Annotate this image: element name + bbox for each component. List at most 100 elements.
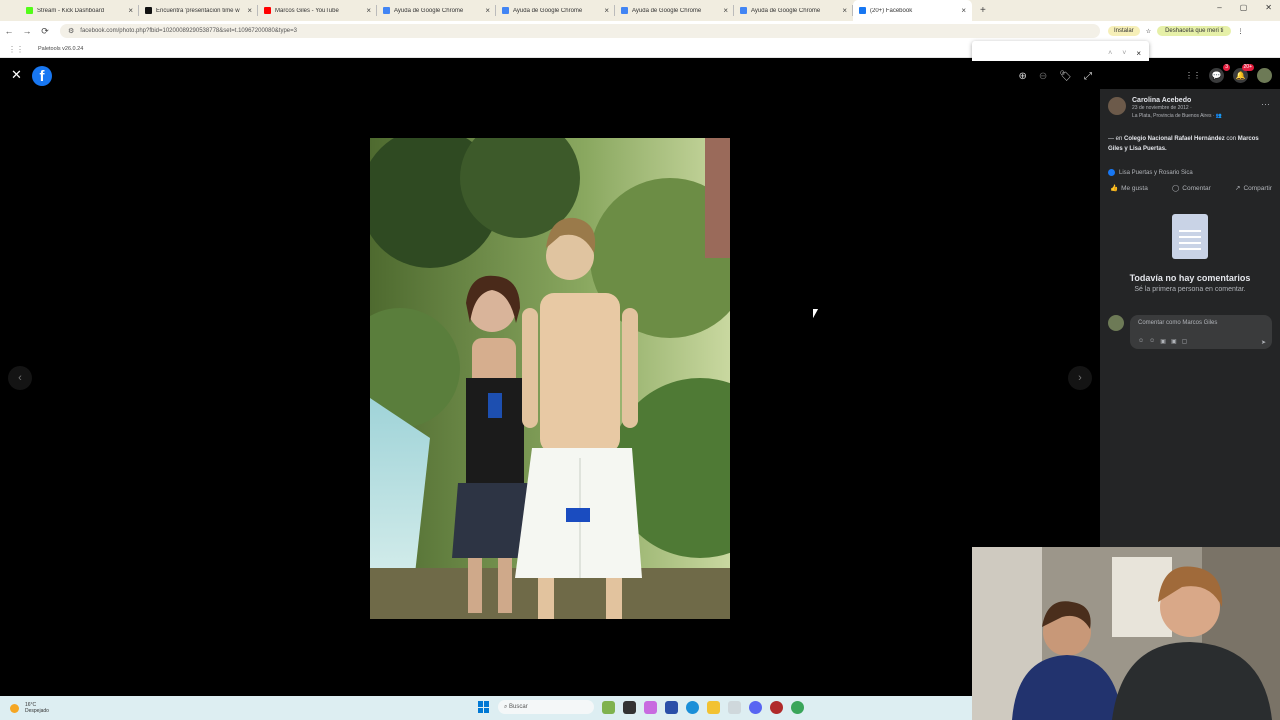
copilot-icon[interactable] xyxy=(644,700,657,714)
chrome-icon[interactable] xyxy=(791,700,804,714)
comment-input[interactable]: Comentar como Marcos Giles ☺ ☺ ▣ ▣ ▢ ➤ xyxy=(1130,315,1272,349)
messenger-icon[interactable]: 💬 3 xyxy=(1209,63,1230,83)
url-text: facebook.com/photo.php?fbid=102000892905… xyxy=(80,28,297,34)
sun-icon xyxy=(10,703,19,713)
browser-tab[interactable]: Ayuda de Google Chrome × xyxy=(496,0,615,21)
avatar-sticker-icon[interactable]: ☺ xyxy=(1138,338,1144,345)
author-avatar[interactable] xyxy=(1108,97,1126,115)
discord-icon[interactable] xyxy=(749,700,762,714)
share-icon: ↗ xyxy=(1234,185,1241,192)
site-info-icon[interactable]: ⚙ xyxy=(68,27,74,35)
menu-grid-icon[interactable]: ⋮⋮ xyxy=(1185,68,1201,83)
new-tab-button[interactable]: + xyxy=(980,5,986,16)
tag-icon[interactable]: 🏷 xyxy=(1059,71,1072,82)
browser-tab[interactable]: Ayuda de Google Chrome × xyxy=(615,0,734,21)
notifications-badge: 20+ xyxy=(1241,63,1254,71)
davinci-icon[interactable] xyxy=(770,700,783,714)
gif-icon[interactable]: ▣ xyxy=(1171,338,1177,345)
tab-favicon-icon xyxy=(383,7,390,14)
reload-button[interactable]: ⟳ xyxy=(36,26,54,37)
widgets-app-icon[interactable] xyxy=(602,700,615,714)
photo-viewer: ✕ f ⊕ ⊖ 🏷 ⤢ ‹ › xyxy=(0,61,1100,696)
install-app-button[interactable]: Instalar xyxy=(1108,26,1140,36)
webcam-overlay xyxy=(972,547,1280,720)
facebook-top-nav: ⋮⋮ 💬 3 🔔 20+ xyxy=(1100,61,1280,89)
browser-tab[interactable]: (20+) Facebook × xyxy=(853,0,972,21)
weather-condition: Despejado xyxy=(25,708,49,714)
toolbar-actions: Instalar ☆ Deshaceta que meri ti ⋮ xyxy=(1108,26,1243,36)
profile-avatar[interactable] xyxy=(1257,67,1272,83)
tab-close-icon[interactable]: × xyxy=(366,6,371,15)
file-explorer-icon[interactable] xyxy=(707,700,720,714)
find-close-button[interactable]: × xyxy=(1136,49,1141,58)
tab-close-icon[interactable]: × xyxy=(485,6,490,15)
tab-title: Ayuda de Google Chrome xyxy=(394,7,464,14)
tab-close-icon[interactable]: × xyxy=(961,6,966,15)
search-label: Buscar xyxy=(509,704,528,710)
find-previous-button[interactable]: ˄ xyxy=(1108,50,1112,57)
sticker-icon[interactable]: ▢ xyxy=(1182,338,1188,345)
empty-comments-title: Todavía no hay comentarios xyxy=(1129,273,1251,283)
previous-photo-button[interactable]: ‹ xyxy=(8,366,32,390)
tab-close-icon[interactable]: × xyxy=(723,6,728,15)
minimize-button[interactable]: – xyxy=(1217,3,1221,12)
taskbar-search[interactable]: ⌕ Buscar xyxy=(498,700,594,714)
close-viewer-button[interactable]: ✕ xyxy=(11,67,22,83)
browser-tab[interactable]: Ayuda de Google Chrome × xyxy=(734,0,853,21)
tab-favicon-icon xyxy=(740,7,747,14)
windows-start-icon[interactable] xyxy=(478,701,490,713)
browser-tab[interactable]: Encuentra 'presentacion time w × xyxy=(139,0,258,21)
address-bar[interactable]: ⚙ facebook.com/photo.php?fbid=1020008929… xyxy=(60,24,1100,38)
tab-close-icon[interactable]: × xyxy=(604,6,609,15)
notifications-icon[interactable]: 🔔 20+ xyxy=(1233,63,1254,83)
browser-tab[interactable]: Marcos Giles - YouTube × xyxy=(258,0,377,21)
comment-button[interactable]: ◯ Comentar xyxy=(1172,184,1211,193)
tab-close-icon[interactable]: × xyxy=(842,6,847,15)
more-options-icon[interactable]: ··· xyxy=(1261,99,1270,109)
post-date[interactable]: 23 de noviembre de 2012 · xyxy=(1132,104,1222,112)
post-actions: 👍 Me gusta ◯ Comentar ↗ Compartir xyxy=(1110,184,1272,193)
maximize-button[interactable]: ▢ xyxy=(1240,3,1248,12)
menu-icon[interactable]: ⋮ xyxy=(1237,28,1243,35)
empty-comments-subtitle: Sé la primera persona en comentar. xyxy=(1134,286,1246,293)
comment-tools: ☺ ☺ ▣ ▣ ▢ xyxy=(1138,338,1187,345)
camera-icon[interactable]: ▣ xyxy=(1160,338,1166,345)
find-next-button[interactable]: ˅ xyxy=(1122,50,1126,57)
bookmark-item[interactable]: Paletools v26.0.24 xyxy=(38,46,83,52)
task-view-icon[interactable] xyxy=(623,700,636,714)
facebook-logo-icon[interactable]: f xyxy=(32,66,52,86)
edge-icon[interactable] xyxy=(686,700,699,714)
pinned-app-icon[interactable] xyxy=(728,700,741,714)
bookmark-star-icon[interactable]: ☆ xyxy=(1146,28,1151,35)
browser-tab[interactable]: Stream - Kick Dashboard × xyxy=(20,0,139,21)
send-icon[interactable]: ➤ xyxy=(1261,339,1266,346)
tab-close-icon[interactable]: × xyxy=(128,6,133,15)
author-name[interactable]: Carolina Acebedo xyxy=(1132,97,1222,104)
tab-title: (20+) Facebook xyxy=(870,7,913,14)
share-button[interactable]: ↗ Compartir xyxy=(1234,184,1272,193)
browser-tabstrip: Stream - Kick Dashboard × Encuentra 'prese… xyxy=(0,0,1280,21)
like-icon: 👍 xyxy=(1110,185,1119,192)
close-window-button[interactable]: ✕ xyxy=(1265,3,1272,12)
zoom-out-icon[interactable]: ⊖ xyxy=(1039,71,1047,82)
reactions-names: Lisa Puertas y Rosario Sica xyxy=(1119,169,1193,176)
commenter-avatar xyxy=(1108,315,1124,331)
reactions-summary[interactable]: Lisa Puertas y Rosario Sica xyxy=(1108,169,1193,176)
profile-button[interactable]: Deshaceta que meri ti xyxy=(1157,26,1232,36)
fullscreen-icon[interactable]: ⤢ xyxy=(1084,71,1092,82)
windows-taskbar: 16°C Despejado ⌕ Buscar xyxy=(0,696,972,720)
emoji-icon[interactable]: ☺ xyxy=(1149,338,1155,345)
like-button[interactable]: 👍 Me gusta xyxy=(1110,184,1148,193)
zoom-in-icon[interactable]: ⊕ xyxy=(1019,71,1027,82)
browser-tab[interactable]: Ayuda de Google Chrome × xyxy=(377,0,496,21)
store-icon[interactable] xyxy=(665,700,678,714)
apps-grid-icon[interactable]: ⋮⋮ xyxy=(8,45,24,54)
tab-close-icon[interactable]: × xyxy=(247,6,252,15)
back-button[interactable]: ← xyxy=(0,26,18,36)
next-photo-button[interactable]: › xyxy=(1068,366,1092,390)
photo-image xyxy=(370,138,730,619)
document-icon xyxy=(1172,214,1208,259)
forward-button[interactable]: → xyxy=(18,26,36,36)
caption-place-link[interactable]: Colegio Nacional Rafael Hernández xyxy=(1124,136,1225,142)
weather-widget[interactable]: 16°C Despejado xyxy=(10,702,49,714)
